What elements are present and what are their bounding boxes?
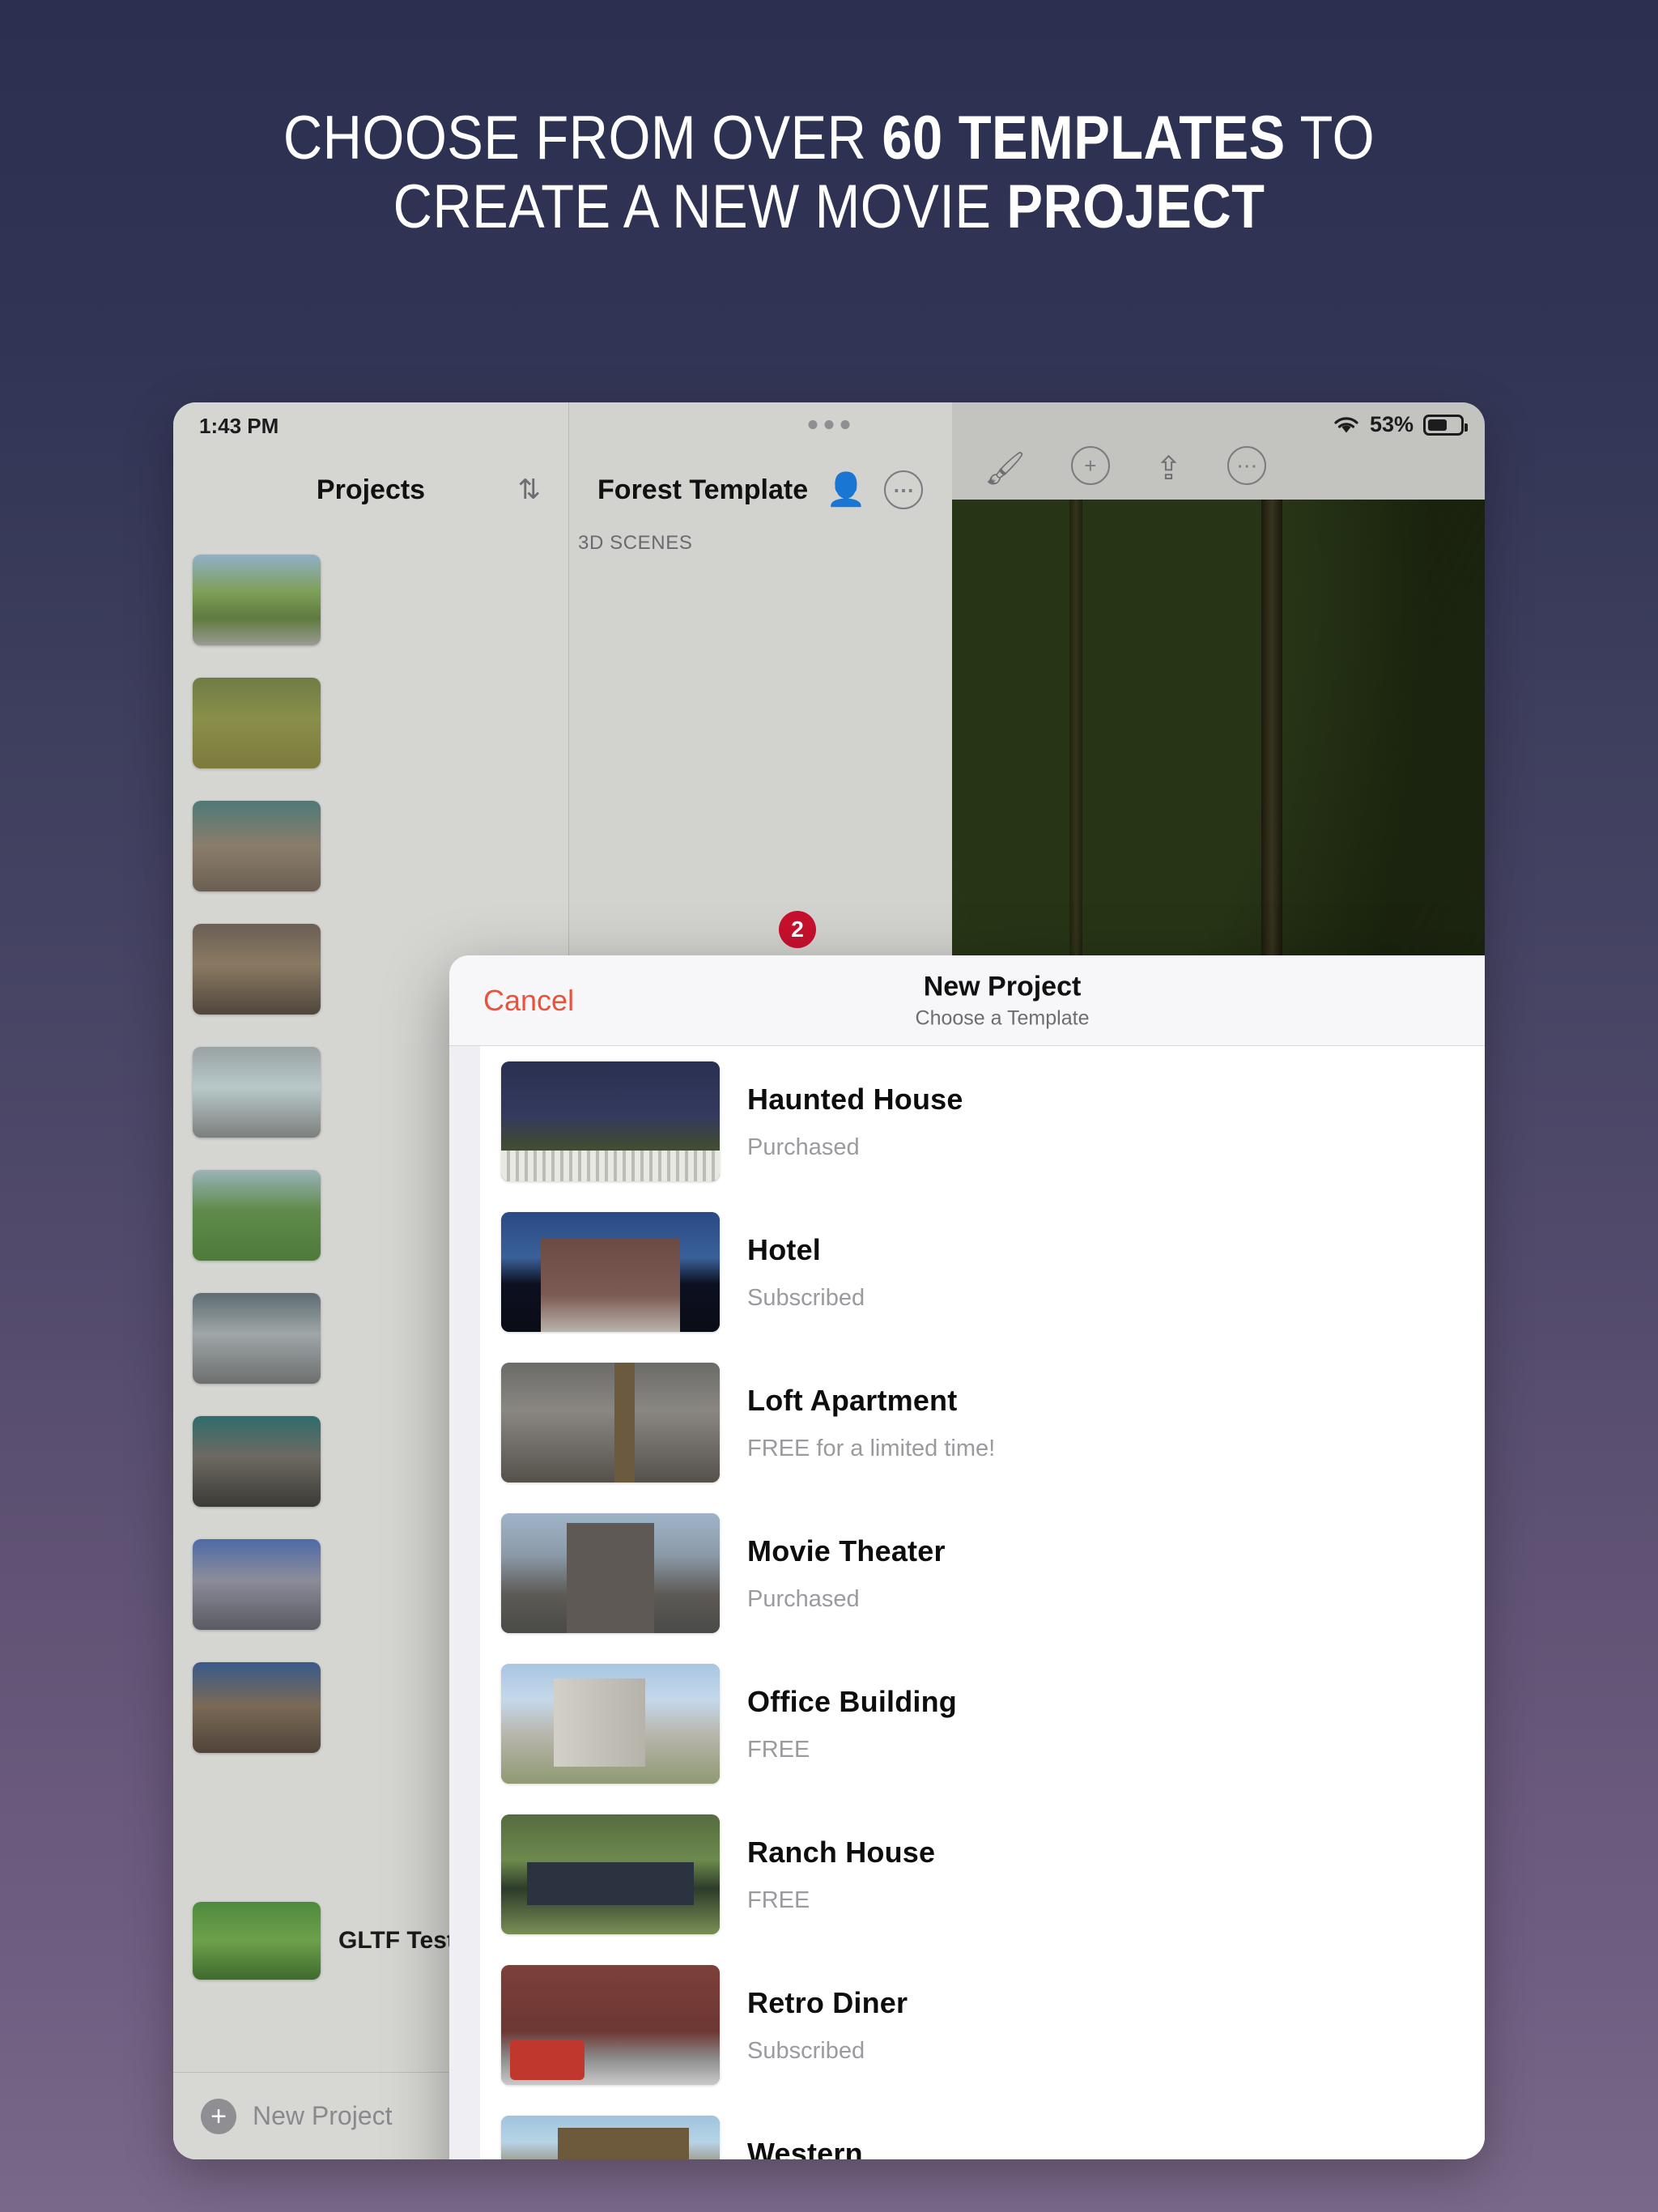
template-name: Retro Diner xyxy=(747,1985,908,2019)
template-row[interactable]: Movie TheaterPurchased› xyxy=(480,1498,1485,1648)
template-row[interactable]: Haunted HousePurchased› xyxy=(480,1046,1485,1197)
status-bar: 1:43 PM 53% xyxy=(173,402,1485,453)
project-thumbnail xyxy=(193,1170,321,1261)
template-text: Movie Theater Purchased xyxy=(720,1534,1485,1613)
add-person-icon[interactable]: 👤 xyxy=(826,474,866,506)
list-item[interactable] xyxy=(193,538,549,661)
status-right-group: 53% xyxy=(1333,412,1468,437)
battery-icon xyxy=(1423,414,1468,436)
list-item[interactable] xyxy=(193,661,549,785)
project-thumbnail xyxy=(193,924,321,1015)
template-row[interactable]: Retro DinerSubscribed› xyxy=(480,1950,1485,2100)
template-text: Ranch House FREE xyxy=(720,1836,1485,1914)
template-name: Hotel xyxy=(747,1232,821,1266)
template-status: Subscribed xyxy=(747,2037,865,2064)
template-status: FREE xyxy=(747,1736,810,1763)
new-project-modal: Cancel New Project Choose a Template Hau… xyxy=(449,955,1485,2159)
tablet-device: 🖌 + ⇪ ⋯ Story 1:43 PM 53% Projects ⇅ For… xyxy=(173,402,1485,2159)
project-thumbnail xyxy=(193,1416,321,1507)
template-artwork xyxy=(501,1363,720,1482)
modal-title-group: New Project Choose a Template xyxy=(449,971,1485,1030)
template-text: Hotel Subscribed xyxy=(720,1233,1485,1312)
template-text: Office Building FREE xyxy=(720,1685,1485,1763)
template-thumbnail xyxy=(501,1513,720,1633)
template-name: Haunted House xyxy=(747,1082,963,1116)
project-thumbnail xyxy=(193,678,321,768)
page-title: CHOOSE FROM OVER 60 TEMPLATES TO CREATE … xyxy=(100,104,1558,241)
template-thumbnail xyxy=(501,1363,720,1482)
headline-emphasis-project: PROJECT xyxy=(1006,172,1265,242)
modal-header: Cancel New Project Choose a Template xyxy=(449,955,1485,1046)
template-artwork xyxy=(501,1814,720,1934)
modal-title: New Project xyxy=(923,971,1082,1002)
sort-arrows-icon[interactable]: ⇅ xyxy=(518,474,542,506)
scenes-nav-bar: Forest Template 👤 ⋯ xyxy=(568,453,952,527)
project-thumbnail xyxy=(193,555,321,645)
wifi-icon xyxy=(1334,416,1358,432)
share-upload-icon[interactable]: ⇪ xyxy=(1155,453,1183,485)
template-name: Ranch House xyxy=(747,1835,936,1869)
new-project-label: New Project xyxy=(253,2101,393,2130)
projects-nav-bar: Projects ⇅ xyxy=(173,453,568,527)
template-artwork xyxy=(501,1664,720,1784)
template-list[interactable]: Haunted HousePurchased›HotelSubscribed›L… xyxy=(449,1046,1485,2159)
paintbrush-icon[interactable]: 🖌 xyxy=(984,453,1026,485)
template-text: Loft Apartment FREE for a limited time! xyxy=(720,1384,1485,1462)
template-name: Loft Apartment xyxy=(747,1383,958,1417)
template-artwork xyxy=(501,1061,720,1181)
project-thumbnail xyxy=(193,1539,321,1630)
template-row[interactable]: Office BuildingFREE› xyxy=(480,1648,1485,1799)
template-name: Office Building xyxy=(747,1684,957,1718)
template-artwork xyxy=(501,1965,720,2085)
projects-title: Projects xyxy=(316,474,426,505)
template-group: Haunted HousePurchased›HotelSubscribed›L… xyxy=(480,1046,1485,2159)
status-badge: 2 xyxy=(779,911,816,948)
template-row[interactable]: HotelSubscribed› xyxy=(480,1197,1485,1347)
template-thumbnail xyxy=(501,1061,720,1181)
drag-handle-icon[interactable] xyxy=(808,420,850,429)
project-thumbnail xyxy=(193,1902,321,1980)
template-thumbnail xyxy=(501,1814,720,1934)
template-status: FREE for a limited time! xyxy=(747,1435,996,1461)
template-row[interactable]: WesternSubscribed› xyxy=(480,2100,1485,2159)
modal-subtitle: Choose a Template xyxy=(915,1006,1090,1029)
template-status: FREE xyxy=(747,1887,810,1913)
template-thumbnail xyxy=(501,1965,720,2085)
more-ellipsis-icon[interactable]: ⋯ xyxy=(883,470,923,509)
project-thumbnail xyxy=(193,1662,321,1753)
headline-line2-part1: CREATE A NEW MOVIE xyxy=(393,172,1007,242)
project-name: GLTF Test xyxy=(338,1927,455,1954)
project-thumbnail xyxy=(193,801,321,891)
scenes-title: Forest Template xyxy=(597,474,809,505)
plus-circle-icon: + xyxy=(201,2098,236,2134)
project-thumbnail xyxy=(193,1047,321,1138)
headline-line1-part3: TO xyxy=(1285,104,1375,172)
template-status: Subscribed xyxy=(747,1284,865,1311)
template-status: Purchased xyxy=(747,1585,860,1612)
project-thumbnail xyxy=(193,1293,321,1384)
list-item[interactable] xyxy=(193,785,549,908)
template-text: Haunted House Purchased xyxy=(720,1083,1485,1161)
template-name: Movie Theater xyxy=(747,1534,946,1568)
template-thumbnail xyxy=(501,1212,720,1332)
template-status: Purchased xyxy=(747,1134,860,1160)
status-time: 1:43 PM xyxy=(199,414,279,438)
template-artwork xyxy=(501,2116,720,2159)
headline-line1-part1: CHOOSE FROM OVER xyxy=(283,104,882,172)
template-text: Retro Diner Subscribed xyxy=(720,1986,1485,2065)
template-name: Western xyxy=(747,2136,863,2160)
scenes-section-label: 3D SCENES xyxy=(578,532,693,554)
battery-percent: 53% xyxy=(1369,412,1414,436)
template-thumbnail xyxy=(501,2116,720,2159)
template-artwork xyxy=(501,1212,720,1332)
headline-emphasis-templates: 60 TEMPLATES xyxy=(882,104,1286,172)
template-row[interactable]: Ranch HouseFREE› xyxy=(480,1799,1485,1950)
template-artwork xyxy=(501,1513,720,1633)
template-text: WesternSubscribed xyxy=(720,2137,1485,2160)
template-thumbnail xyxy=(501,1664,720,1784)
template-row[interactable]: Loft ApartmentFREE for a limited time!› xyxy=(480,1347,1485,1498)
